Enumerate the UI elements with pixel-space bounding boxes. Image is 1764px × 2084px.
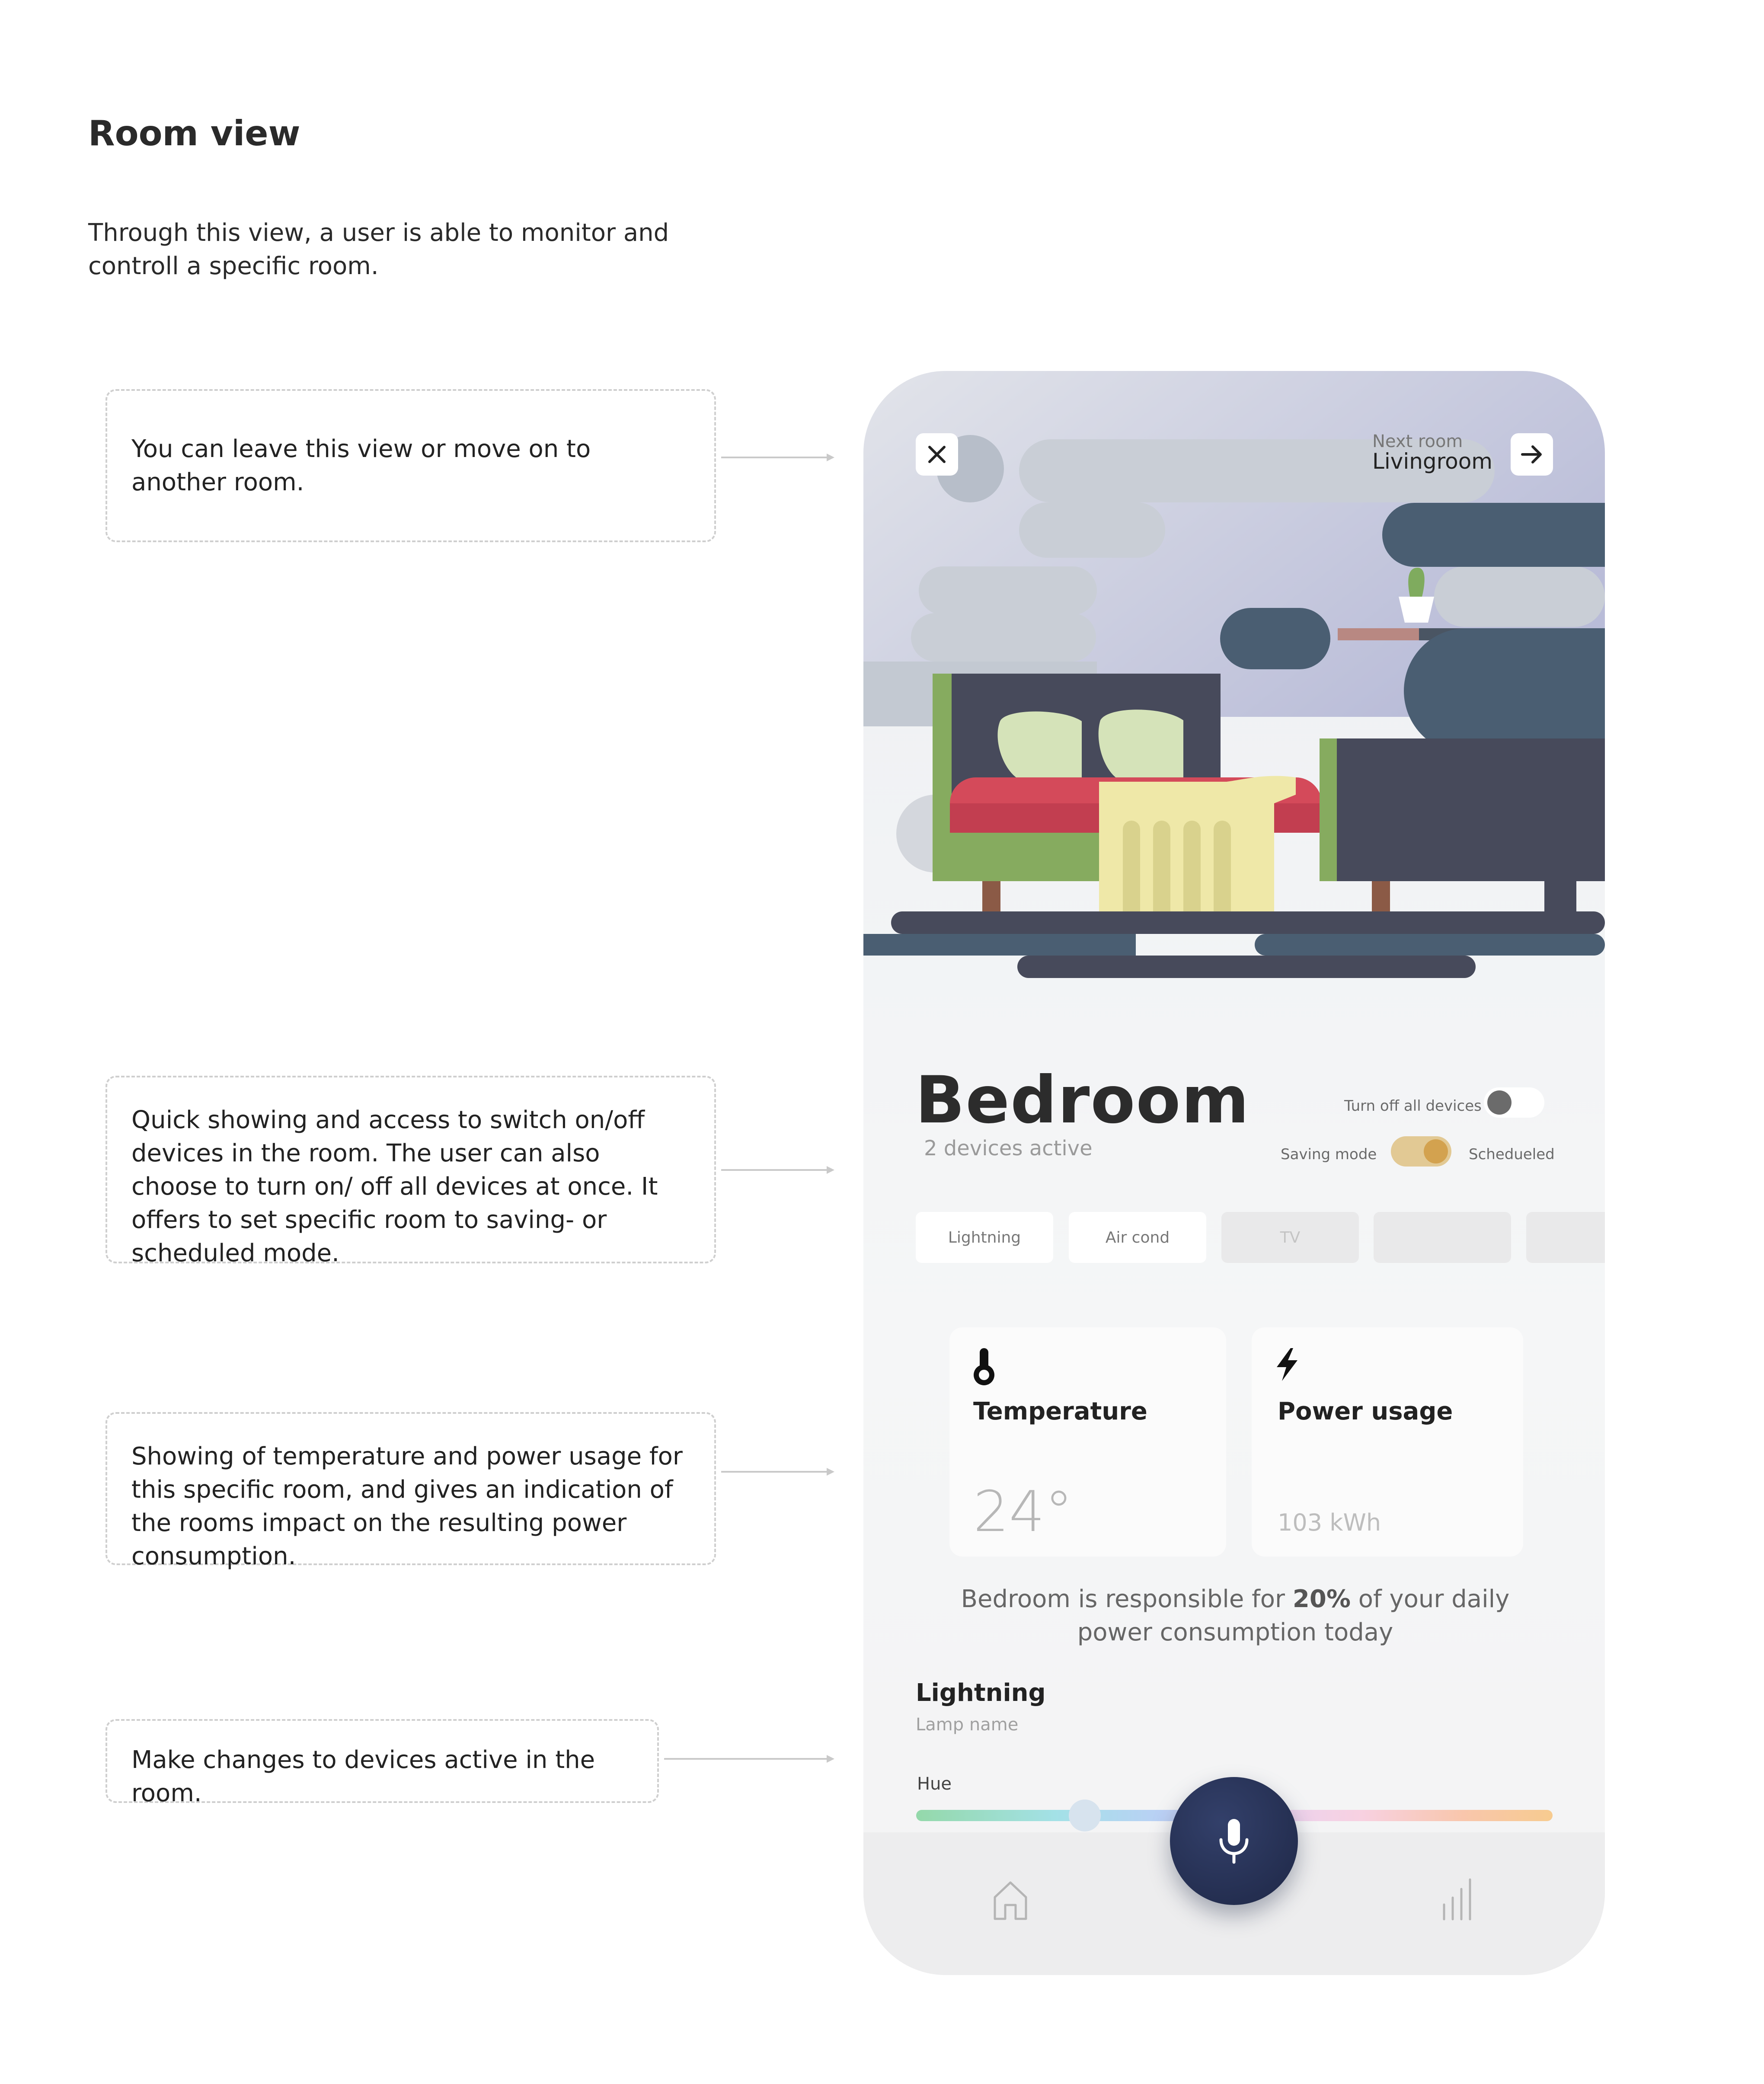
phone-screen: Next room Livingroom Bedroom 2 devices a… [863,371,1605,1975]
power-usage-value: 103 kWh [1278,1509,1381,1536]
chip-tv[interactable]: TV [1221,1212,1359,1263]
mode-toggle[interactable] [1391,1136,1451,1167]
note-devices: Quick showing and access to switch on/of… [105,1076,716,1267]
power-usage-card[interactable]: Power usage 103 kWh [1252,1327,1523,1557]
close-button[interactable] [916,433,958,476]
microphone-icon [1219,1819,1249,1864]
note-navigation: You can leave this view or move on to an… [105,389,716,542]
temperature-value: 24° [973,1479,1073,1544]
note-devices-text: Quick showing and access to switch on/of… [131,1106,658,1267]
saving-mode-label: Saving mode [1281,1146,1377,1163]
connector-devices [721,1166,834,1174]
voice-command-button[interactable] [1170,1777,1298,1905]
hue-label: Hue [917,1774,952,1794]
bar-chart-icon[interactable] [1441,1878,1475,1921]
note-controls: Make changes to devices active in the ro… [105,1719,659,1807]
power-share-summary: Bedroom is responsible for 20% of your d… [928,1582,1542,1649]
next-room-button[interactable] [1511,433,1553,476]
lighting-section-title: Lightning [916,1679,1046,1707]
chip-air-cond[interactable]: Air cond [1069,1212,1206,1263]
bedroom-illustration [863,371,1605,978]
note-navigation-text: You can leave this view or move on to an… [131,435,591,496]
summary-percent: 20% [1292,1585,1351,1613]
temperature-card[interactable]: Temperature 24° [949,1327,1226,1557]
connector-controls [664,1755,834,1763]
chip-device-5[interactable] [1526,1212,1605,1263]
chip-lightning[interactable]: Lightning [916,1212,1053,1263]
turn-off-all-toggle-knob [1487,1090,1512,1115]
intro-text: Through this view, a user is able to mon… [88,219,669,280]
lamp-name: Lamp name [916,1715,1019,1735]
page-title: Room view [88,113,300,153]
mode-toggle-knob [1424,1139,1448,1163]
connector-navigation [721,454,834,461]
close-icon [928,446,946,463]
arrow-right-icon [1521,445,1542,463]
home-icon[interactable] [992,1880,1029,1921]
power-usage-title: Power usage [1278,1397,1453,1426]
next-room-name[interactable]: Livingroom [1372,449,1492,474]
note-stats-text: Showing of temperature and power usage f… [131,1442,683,1570]
active-devices-count: 2 devices active [924,1136,1093,1160]
room-title: Bedroom [915,1063,1250,1138]
connector-stats [721,1468,834,1476]
temperature-title: Temperature [973,1397,1147,1426]
scheduled-label: Schedueled [1469,1146,1555,1163]
lightning-bolt-icon [1277,1348,1297,1381]
turn-off-all-toggle[interactable] [1484,1087,1544,1118]
chip-device-4[interactable] [1374,1212,1511,1263]
hue-slider-handle[interactable] [1069,1800,1101,1831]
note-controls-text: Make changes to devices active in the ro… [131,1746,595,1807]
note-stats: Showing of temperature and power usage f… [105,1412,716,1570]
summary-prefix: Bedroom is responsible for [961,1585,1293,1613]
turn-off-all-label: Turn off all devices [1344,1097,1482,1115]
thermometer-icon [974,1348,994,1385]
